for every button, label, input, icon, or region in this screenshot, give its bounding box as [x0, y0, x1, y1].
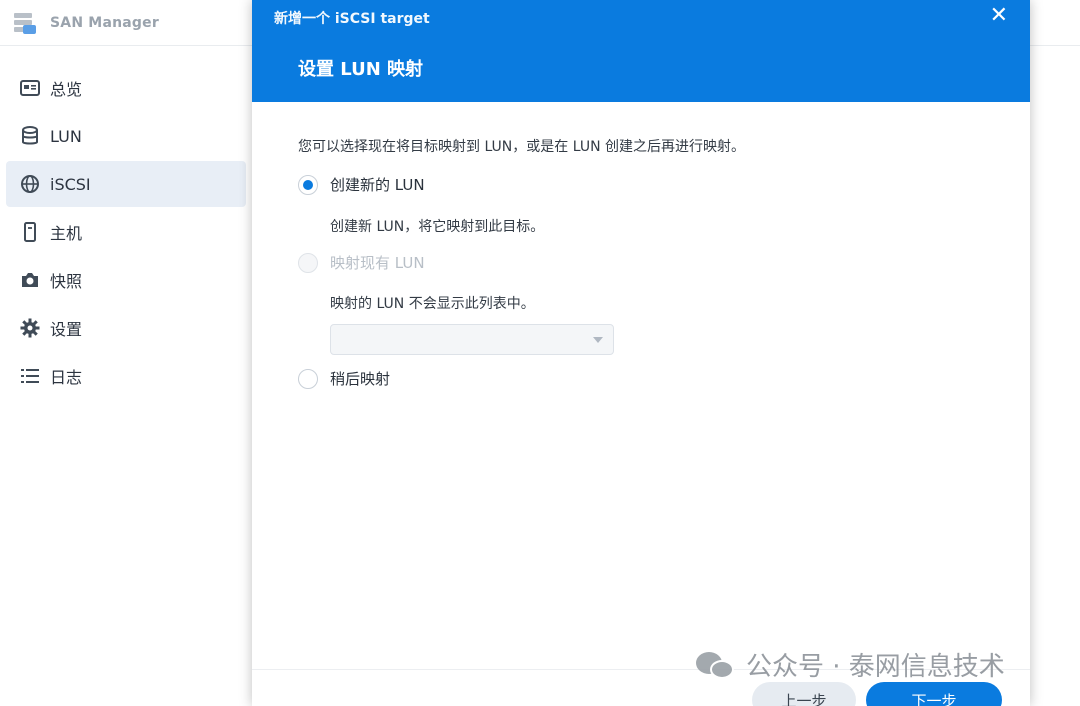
close-icon[interactable]: ✕ — [990, 4, 1008, 28]
sidebar-item-label: LUN — [50, 126, 82, 146]
gear-icon — [20, 318, 40, 338]
next-button[interactable]: 下一步 — [866, 682, 1002, 706]
sidebar-item-iscsi[interactable]: iSCSI — [6, 161, 246, 207]
overview-icon — [20, 78, 40, 98]
sidebar-item-label: 主机 — [50, 224, 83, 243]
sidebar-item-overview[interactable]: 总览 — [6, 65, 246, 111]
option-map-existing-lun: 映射现有 LUN — [298, 252, 425, 273]
camera-icon — [20, 270, 40, 290]
previous-button[interactable]: 上一步 — [752, 682, 856, 706]
option-label: 创建新的 LUN — [330, 176, 425, 194]
san-manager-logo-icon — [12, 10, 38, 36]
option-map-later[interactable]: 稍后映射 — [298, 368, 390, 389]
dialog-header: 新增一个 iSCSI target ✕ 设置 LUN 映射 — [252, 0, 1030, 102]
option-hint: 映射的 LUN 不会显示此列表中。 — [330, 296, 535, 312]
sidebar-item-label: 日志 — [50, 368, 83, 387]
database-icon — [20, 126, 40, 146]
sidebar-item-label: 设置 — [50, 320, 83, 339]
list-icon — [20, 366, 40, 386]
existing-lun-select[interactable] — [330, 324, 614, 355]
option-create-new-lun[interactable]: 创建新的 LUN — [298, 174, 425, 195]
sidebar-item-label: 快照 — [50, 272, 83, 291]
chevron-down-icon — [593, 337, 603, 343]
create-iscsi-target-dialog: 新增一个 iSCSI target ✕ 设置 LUN 映射 您可以选择现在将目标… — [252, 0, 1030, 706]
san-manager-app: SAN Manager 总览 LUN iSCSI 主机 快照 设置 日志 新增一… — [0, 0, 1080, 706]
sidebar: 总览 LUN iSCSI 主机 快照 设置 日志 — [0, 46, 252, 706]
option-hint: 创建新 LUN，将它映射到此目标。 — [330, 219, 545, 235]
sidebar-item-label: 总览 — [50, 80, 83, 99]
watermark-text: 公众号 · 泰网信息技术 — [746, 652, 1005, 682]
dialog-window-title: 新增一个 iSCSI target — [274, 11, 430, 27]
sidebar-item-host[interactable]: 主机 — [6, 209, 246, 255]
sidebar-item-label: iSCSI — [50, 174, 91, 194]
dialog-intro-text: 您可以选择现在将目标映射到 LUN，或是在 LUN 创建之后再进行映射。 — [298, 139, 745, 155]
sidebar-item-log[interactable]: 日志 — [6, 353, 246, 399]
wechat-icon — [696, 650, 736, 680]
sidebar-item-settings[interactable]: 设置 — [6, 305, 246, 351]
globe-icon — [20, 174, 40, 194]
sidebar-item-snapshot[interactable]: 快照 — [6, 257, 246, 303]
radio-create-new-lun[interactable] — [298, 174, 318, 195]
option-label: 映射现有 LUN — [330, 254, 425, 272]
dialog-step-title: 设置 LUN 映射 — [298, 59, 424, 80]
radio-map-later[interactable] — [298, 368, 318, 389]
radio-map-existing-lun — [298, 252, 318, 273]
host-icon — [20, 222, 40, 242]
sidebar-item-lun[interactable]: LUN — [6, 113, 246, 159]
app-title: SAN Manager — [50, 14, 159, 31]
watermark: 公众号 · 泰网信息技术 — [696, 646, 1005, 683]
option-label: 稍后映射 — [330, 370, 391, 388]
